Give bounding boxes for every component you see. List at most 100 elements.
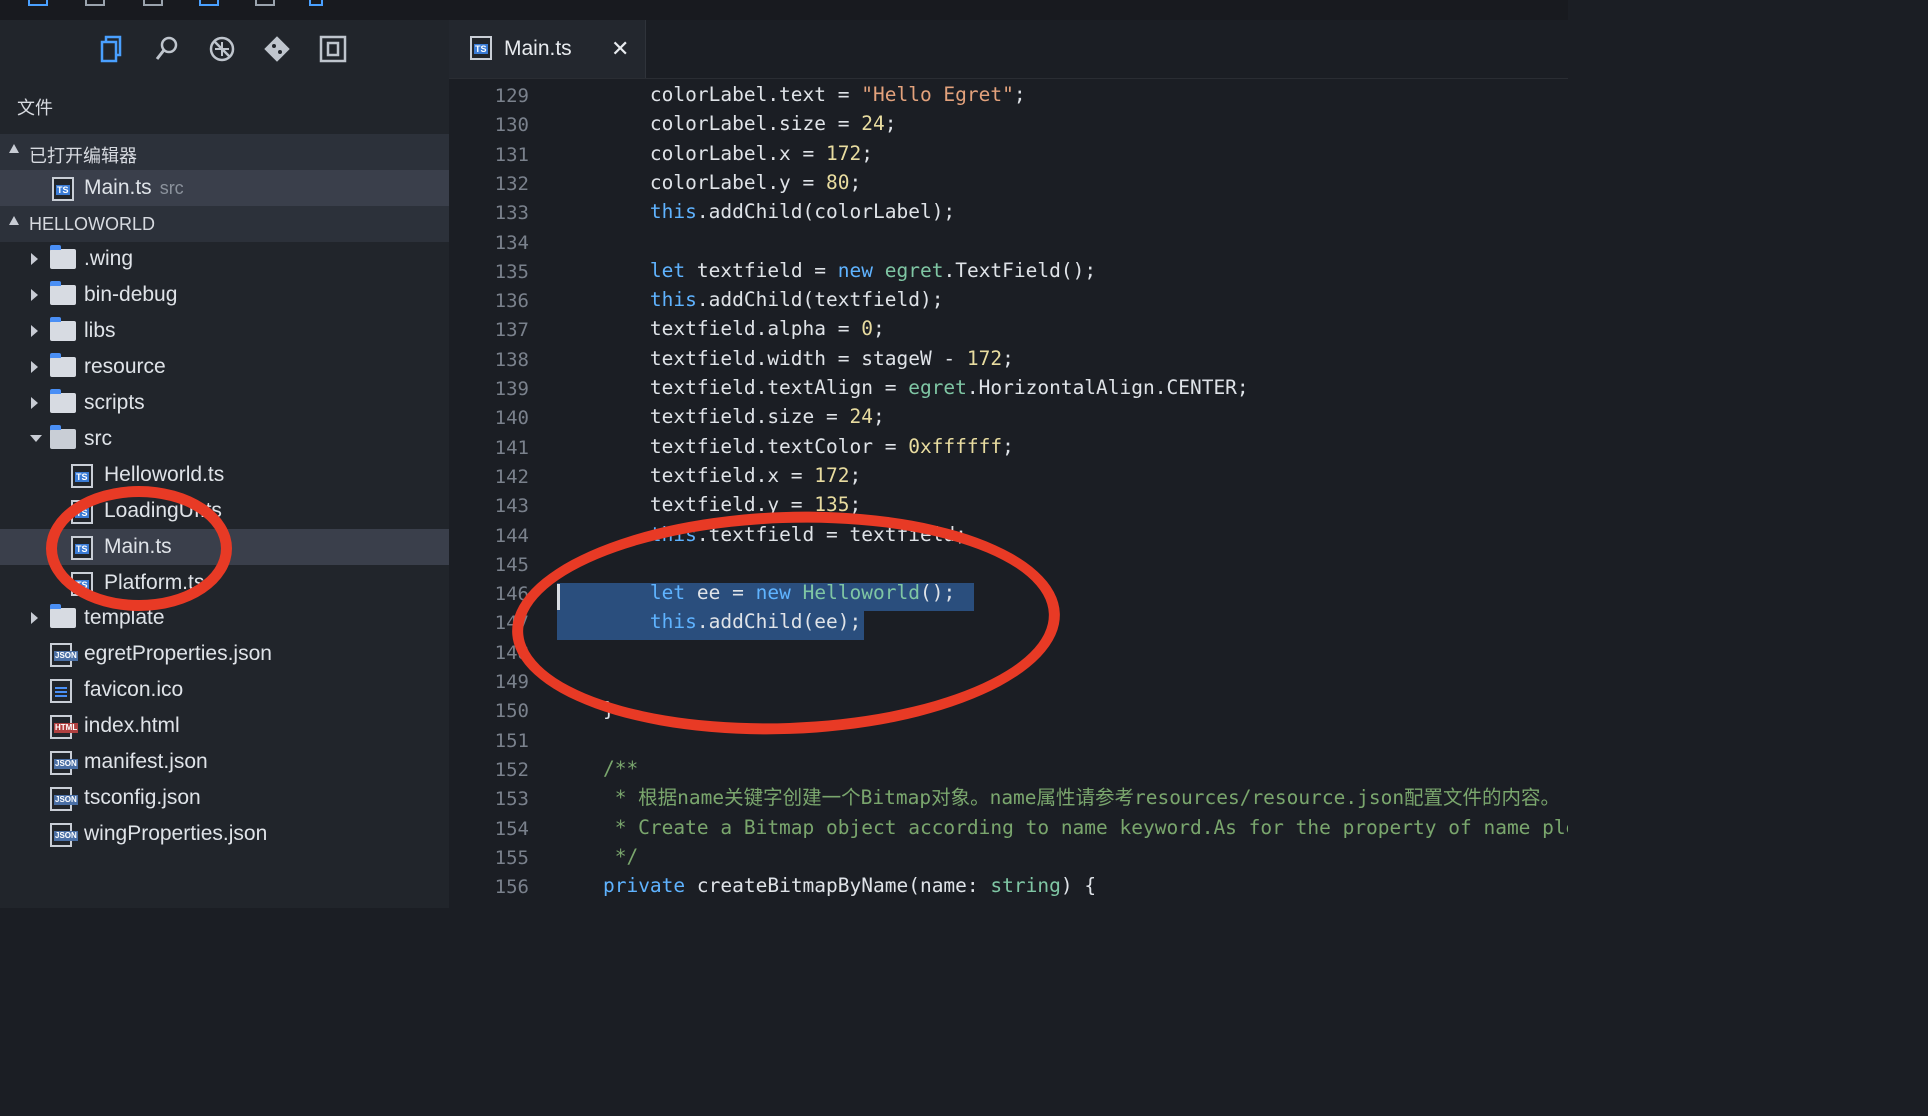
- code-line: textfield.alpha = 0;: [556, 317, 885, 341]
- typescript-file-icon: TS: [470, 36, 492, 60]
- tree-item-label: Platform.ts: [104, 571, 205, 594]
- tree-item-wing[interactable]: .wing: [0, 241, 449, 277]
- git-icon[interactable]: [262, 34, 292, 64]
- line-number: 145: [494, 553, 529, 576]
- chevron-right-icon[interactable]: [31, 325, 38, 337]
- open-editor-item[interactable]: TS Main.ts src: [0, 170, 449, 206]
- line-number: 156: [494, 876, 529, 899]
- folder-icon: [50, 353, 76, 377]
- tree-item-src[interactable]: src: [0, 421, 449, 457]
- tree-item-bin-debug[interactable]: bin-debug: [0, 277, 449, 313]
- code-line: let textfield = new egret.TextField();: [649, 258, 1097, 282]
- tree-item-manifest-json[interactable]: JSON manifest.json: [0, 744, 449, 780]
- tree-item-index-html[interactable]: HTML index.html: [0, 708, 449, 744]
- tree-item-label: wingProperties.json: [84, 822, 268, 845]
- debug-icon[interactable]: [207, 34, 237, 64]
- code-line: this.textfield = textfield;: [649, 522, 967, 546]
- tree-item-helloworld-ts[interactable]: TS Helloworld.ts: [0, 457, 449, 493]
- extensions-icon[interactable]: [318, 34, 348, 64]
- code-line: private createBitmapByName(name: string)…: [602, 874, 1097, 898]
- chevron-down-icon[interactable]: [30, 435, 42, 442]
- line-number: 148: [494, 641, 529, 664]
- tree-item-label: index.html: [84, 714, 180, 737]
- line-number: 151: [494, 729, 529, 752]
- typescript-file-icon: TS: [71, 572, 93, 596]
- typescript-file-icon: TS: [71, 500, 93, 524]
- line-number: 144: [494, 524, 529, 547]
- tree-item-loadingui-ts[interactable]: TS LoadingUI.ts: [0, 493, 449, 529]
- collapse-icon: [9, 144, 19, 153]
- line-number: 138: [494, 348, 529, 371]
- line-number: 143: [494, 495, 529, 518]
- code-line: colorLabel.size = 24;: [556, 112, 897, 136]
- line-number: 150: [494, 700, 529, 723]
- line-number: 155: [494, 846, 529, 869]
- open-editor-name: Main.ts: [84, 176, 152, 199]
- save-icon[interactable]: [85, 0, 105, 6]
- layout-icon[interactable]: [199, 0, 219, 6]
- code-line: colorLabel.x = 172;: [556, 141, 874, 165]
- json-file-icon: JSON: [50, 643, 78, 667]
- tree-item-wingproperties-json[interactable]: JSON wingProperties.json: [0, 816, 449, 852]
- files-icon[interactable]: [97, 34, 127, 64]
- tree-item-label: src: [84, 427, 112, 450]
- folder-icon: [50, 604, 76, 628]
- tree-item-label: Main.ts: [104, 535, 172, 558]
- chevron-right-icon[interactable]: [31, 397, 38, 409]
- tree-item-label: LoadingUI.ts: [104, 499, 222, 522]
- tree-item-template[interactable]: template: [0, 600, 449, 636]
- code-editor[interactable]: colorLabel.text = "Hello Egret"; colorLa…: [556, 78, 1568, 908]
- tree-item-egretproperties-json[interactable]: JSON egretProperties.json: [0, 636, 449, 672]
- json-file-icon: JSON: [50, 823, 78, 847]
- tree-item-label: bin-debug: [84, 283, 178, 306]
- code-line: textfield.textColor = 0xffffff;: [556, 434, 1014, 458]
- json-file-icon: JSON: [50, 787, 78, 811]
- debug-icon[interactable]: [255, 0, 275, 6]
- project-header[interactable]: HELLOWORLD: [0, 206, 449, 242]
- line-number: 142: [494, 465, 529, 488]
- chevron-right-icon[interactable]: [31, 361, 38, 373]
- code-line: textfield.textAlign = egret.HorizontalAl…: [556, 376, 1249, 399]
- chevron-right-icon[interactable]: [31, 612, 38, 624]
- project-label: HELLOWORLD: [29, 214, 156, 234]
- tree-item-label: favicon.ico: [84, 678, 184, 701]
- code-line: colorLabel.y = 80;: [556, 170, 862, 194]
- line-number: 140: [494, 407, 529, 430]
- code-line: textfield.x = 172;: [556, 463, 862, 487]
- code-line: colorLabel.text = "Hello Egret";: [556, 83, 1026, 106]
- line-number: 147: [494, 612, 529, 635]
- search-icon[interactable]: [152, 34, 182, 64]
- collapse-icon: [9, 216, 19, 225]
- tree-item-label: egretProperties.json: [84, 642, 272, 665]
- code-line: */: [556, 844, 639, 868]
- new-file-icon[interactable]: [28, 0, 48, 6]
- line-number: 134: [494, 231, 529, 254]
- chevron-right-icon[interactable]: [31, 253, 38, 265]
- tree-item-favicon-ico[interactable]: favicon.ico: [0, 672, 449, 708]
- close-icon[interactable]: ✕: [611, 36, 629, 62]
- line-number: 153: [494, 788, 529, 811]
- editor-tab-bar: TS Main.ts ✕: [449, 20, 1568, 79]
- sidebar: 文件 已打开编辑器 TS Main.ts src HELLOWORLD .wing…: [0, 20, 449, 908]
- line-number: 136: [494, 290, 529, 313]
- chevron-right-icon[interactable]: [31, 289, 38, 301]
- open-editors-header[interactable]: 已打开编辑器: [0, 134, 449, 170]
- tree-item-platform-ts[interactable]: TS Platform.ts: [0, 565, 449, 601]
- tree-item-scripts[interactable]: scripts: [0, 385, 449, 421]
- tree-item-resource[interactable]: resource: [0, 349, 449, 385]
- open-editor-folder: src: [159, 178, 184, 198]
- branch-icon[interactable]: [143, 0, 163, 6]
- run-icon[interactable]: [309, 0, 323, 6]
- tab-main-ts[interactable]: TS Main.ts ✕: [449, 20, 646, 78]
- tree-item-main-ts[interactable]: TS Main.ts: [0, 529, 449, 565]
- line-number: 152: [494, 758, 529, 781]
- tree-item-label: libs: [84, 319, 116, 342]
- tree-item-label: .wing: [84, 247, 134, 270]
- tree-item-label: resource: [84, 355, 166, 378]
- tree-item-libs[interactable]: libs: [0, 313, 449, 349]
- explorer-title: 文件: [17, 98, 53, 118]
- folder-icon: [50, 389, 76, 413]
- line-number: 139: [494, 378, 529, 400]
- tree-item-tsconfig-json[interactable]: JSON tsconfig.json: [0, 780, 449, 816]
- activity-bar: [0, 20, 449, 77]
